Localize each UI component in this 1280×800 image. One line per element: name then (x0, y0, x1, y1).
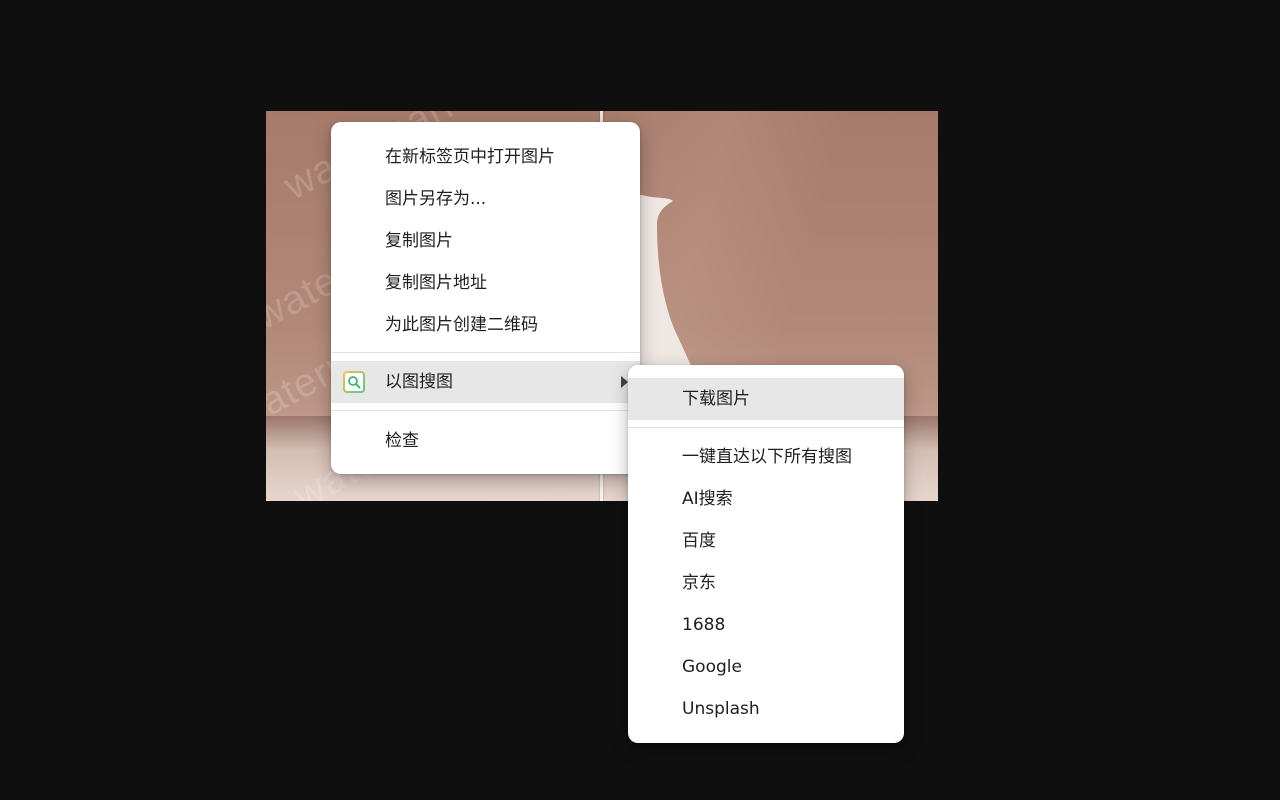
menu-item-label: 下载图片 (682, 389, 750, 409)
menu-item-label: 以图搜图 (385, 372, 453, 392)
menu-item-label: 京东 (682, 573, 716, 593)
menu-item-open-image-new-tab[interactable]: 在新标签页中打开图片 (331, 136, 640, 178)
search-by-image-submenu: 下载图片 一键直达以下所有搜图 AI搜索 百度 京东 1688 Google U… (628, 365, 904, 743)
menu-item-label: 复制图片地址 (385, 273, 487, 293)
image-search-icon (343, 371, 365, 393)
menu-item-label: 百度 (682, 531, 716, 551)
menu-item-label: 在新标签页中打开图片 (385, 147, 555, 167)
page-viewport: watermark watermark watermark watermark … (0, 0, 1280, 800)
context-menu: 在新标签页中打开图片 图片另存为... 复制图片 复制图片地址 为此图片创建二维… (331, 122, 640, 474)
submenu-item-jd[interactable]: 京东 (628, 562, 904, 604)
menu-item-copy-image-address[interactable]: 复制图片地址 (331, 262, 640, 304)
menu-item-label: 图片另存为... (385, 189, 487, 209)
submenu-item-download-image[interactable]: 下载图片 (628, 378, 904, 420)
submenu-item-ai-search[interactable]: AI搜索 (628, 478, 904, 520)
menu-item-label: 为此图片创建二维码 (385, 315, 538, 335)
menu-item-save-image-as[interactable]: 图片另存为... (331, 178, 640, 220)
menu-item-label: 复制图片 (385, 231, 453, 251)
menu-item-label: 一键直达以下所有搜图 (682, 447, 852, 467)
menu-separator (628, 427, 904, 428)
menu-item-label: 1688 (682, 615, 726, 635)
menu-item-create-qr-code[interactable]: 为此图片创建二维码 (331, 304, 640, 346)
menu-item-label: AI搜索 (682, 489, 733, 509)
menu-item-search-by-image[interactable]: 以图搜图 (331, 361, 640, 403)
menu-item-label: Google (682, 657, 742, 677)
menu-separator (331, 410, 640, 411)
submenu-item-baidu[interactable]: 百度 (628, 520, 904, 562)
submenu-item-unsplash[interactable]: Unsplash (628, 688, 904, 730)
menu-item-label: 检查 (385, 431, 419, 451)
menu-item-inspect[interactable]: 检查 (331, 420, 640, 462)
submenu-item-google[interactable]: Google (628, 646, 904, 688)
submenu-item-search-all[interactable]: 一键直达以下所有搜图 (628, 436, 904, 478)
menu-item-label: Unsplash (682, 699, 760, 719)
submenu-arrow-icon (621, 376, 628, 388)
submenu-item-1688[interactable]: 1688 (628, 604, 904, 646)
menu-separator (331, 352, 640, 353)
menu-item-copy-image[interactable]: 复制图片 (331, 220, 640, 262)
